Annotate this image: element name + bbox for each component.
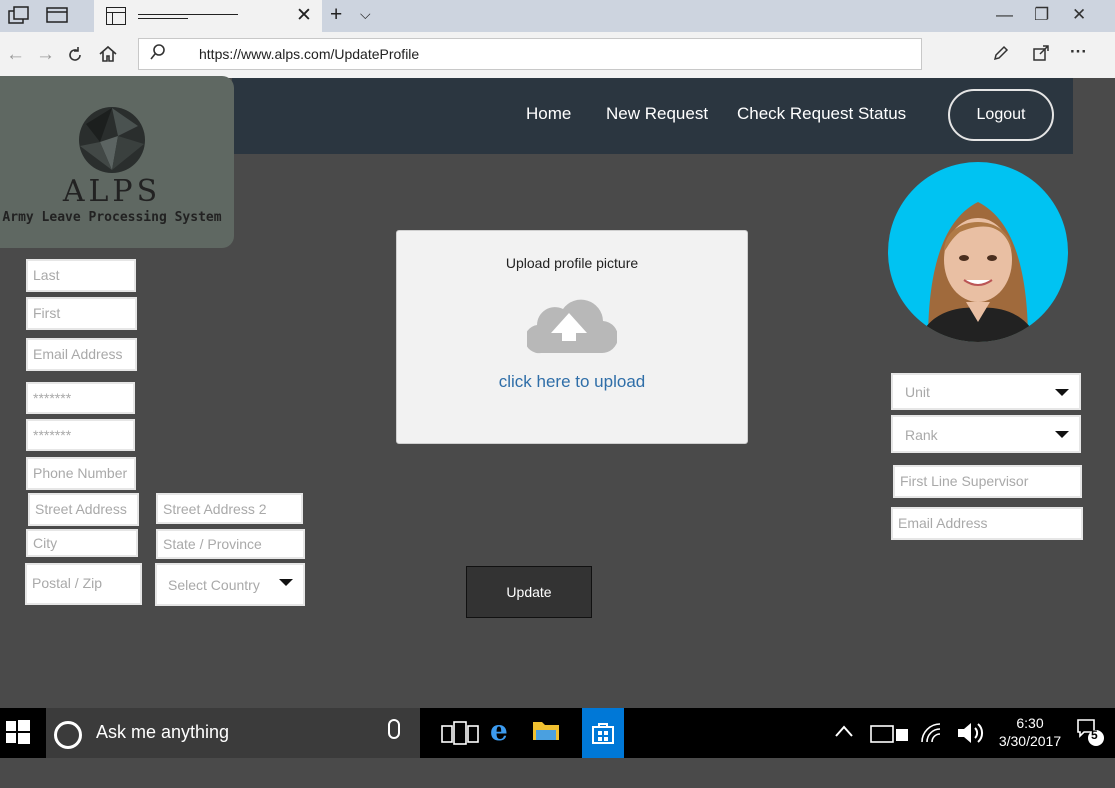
search-icon xyxy=(150,44,165,60)
rank-select[interactable]: Rank xyxy=(891,415,1081,453)
logo-title: ALPS xyxy=(62,174,162,209)
windows-start-icon[interactable] xyxy=(6,720,30,744)
bottom-strip xyxy=(0,758,1115,788)
upload-title: Upload profile picture xyxy=(505,255,639,271)
city-field[interactable]: City xyxy=(26,529,138,557)
upload-profile-picture-box[interactable]: Upload profile picture click here to upl… xyxy=(396,230,748,444)
email-field[interactable]: Email Address xyxy=(26,338,137,371)
url-field[interactable]: https://www.alps.com/UpdateProfile xyxy=(138,38,922,70)
address-bar-row: ← → https://www.alps.com/UpdateProfile ·… xyxy=(0,32,1115,78)
microphone-icon[interactable] xyxy=(388,719,400,739)
store-icon xyxy=(592,723,614,744)
tab-title-placeholder xyxy=(138,14,238,15)
country-select[interactable]: Select Country xyxy=(155,563,305,606)
show-hidden-icons-icon[interactable] xyxy=(834,724,854,738)
nav-home[interactable]: Home xyxy=(526,104,571,124)
clock-date: 3/30/2017 xyxy=(998,733,1062,749)
unit-select[interactable]: Unit xyxy=(891,373,1081,410)
last-name-field[interactable]: Last xyxy=(26,259,136,292)
postal-field[interactable]: Postal / Zip xyxy=(25,563,142,605)
password-field[interactable]: ******* xyxy=(26,382,135,414)
tab-preview-icon[interactable] xyxy=(8,6,30,24)
cortana-search-text: Ask me anything xyxy=(96,722,230,742)
tab-title-placeholder-2 xyxy=(138,18,188,19)
close-tab-icon[interactable]: ✕ xyxy=(296,4,312,27)
back-icon[interactable]: ← xyxy=(6,44,25,66)
file-explorer-icon[interactable] xyxy=(532,718,560,742)
new-tab-icon[interactable]: + xyxy=(330,3,342,27)
confirm-password-field[interactable]: ******* xyxy=(26,419,135,451)
task-view-icon[interactable] xyxy=(440,720,480,746)
store-tile[interactable] xyxy=(582,708,624,758)
forward-icon[interactable]: → xyxy=(36,44,55,66)
supervisor-email-field[interactable]: Email Address xyxy=(891,507,1083,540)
logo-emblem-icon xyxy=(79,107,145,173)
street-address-2-field[interactable]: Street Address 2 xyxy=(156,493,303,524)
nav-new-request[interactable]: New Request xyxy=(606,104,708,124)
close-window-icon[interactable]: ✕ xyxy=(1072,5,1086,25)
first-name-field[interactable]: First xyxy=(26,297,137,330)
active-tab[interactable]: ✕ xyxy=(94,0,322,32)
logout-button[interactable]: Logout xyxy=(948,89,1054,141)
more-icon[interactable]: ··· xyxy=(1070,42,1087,62)
share-icon[interactable] xyxy=(1032,44,1050,62)
restore-icon[interactable]: ❐ xyxy=(1034,5,1049,25)
home-icon[interactable] xyxy=(98,44,118,64)
profile-photo-icon xyxy=(918,202,1038,342)
wifi-icon[interactable] xyxy=(920,722,944,744)
minimize-icon[interactable]: — xyxy=(996,5,1013,25)
state-field[interactable]: State / Province xyxy=(156,529,305,559)
nav-check-request-status[interactable]: Check Request Status xyxy=(737,104,906,124)
cortana-search-box[interactable]: Ask me anything xyxy=(46,708,420,758)
logo-subtitle: Army Leave Processing System xyxy=(2,210,222,225)
phone-field[interactable]: Phone Number xyxy=(26,457,136,490)
cloud-upload-icon[interactable] xyxy=(527,287,617,357)
battery-icon[interactable] xyxy=(870,724,910,744)
alps-logo[interactable]: ALPS Army Leave Processing System xyxy=(0,76,234,248)
notification-count: 5 xyxy=(1091,728,1098,742)
upload-link[interactable]: click here to upload xyxy=(397,372,747,392)
supervisor-field[interactable]: First Line Supervisor xyxy=(893,465,1082,498)
web-note-icon[interactable] xyxy=(992,44,1010,62)
browser-tab-bar: ✕ + ⌵ — ❐ ✕ xyxy=(0,0,1115,32)
page-icon xyxy=(106,7,126,25)
profile-avatar xyxy=(888,162,1068,342)
refresh-icon[interactable] xyxy=(66,46,84,64)
system-clock[interactable]: 6:30 3/30/2017 xyxy=(990,714,1070,750)
update-button[interactable]: Update xyxy=(466,566,592,618)
tab-menu-icon[interactable]: ⌵ xyxy=(360,6,371,23)
volume-icon[interactable] xyxy=(956,720,986,746)
street-address-field[interactable]: Street Address xyxy=(28,493,139,526)
url-text: https://www.alps.com/UpdateProfile xyxy=(199,46,420,62)
site-header: Home New Request Check Request Status Lo… xyxy=(232,78,1073,154)
clock-time: 6:30 xyxy=(1016,715,1044,731)
set-tabs-aside-icon[interactable] xyxy=(46,6,68,24)
edge-browser-icon[interactable]: e xyxy=(490,714,508,747)
windows-taskbar: Ask me anything e 6:30 3/30/2017 5 xyxy=(0,708,1115,758)
cortana-icon xyxy=(54,721,82,749)
